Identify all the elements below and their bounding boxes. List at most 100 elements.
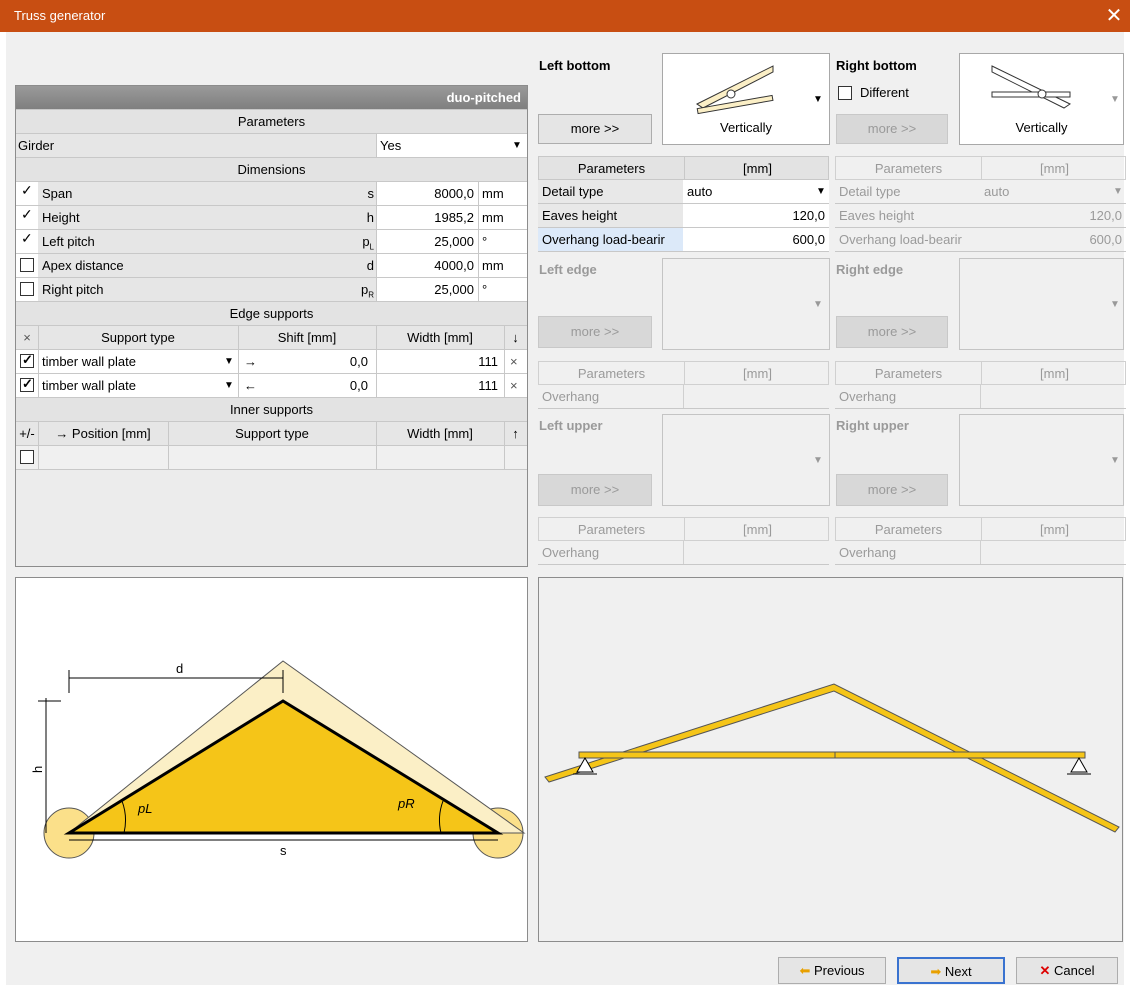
add-remove-column[interactable]: +/-: [16, 422, 38, 445]
shift-direction-icon: →: [244, 354, 257, 369]
chevron-down-icon[interactable]: ▼: [1110, 299, 1120, 310]
inner-supports-section-header: Inner supports: [16, 398, 527, 422]
height-label: h: [30, 766, 45, 773]
lb-detail-type-value: auto: [687, 184, 713, 199]
lu-params-header: Parameters [mm]: [538, 517, 829, 541]
left-upper-detail-select[interactable]: ▼: [662, 414, 830, 506]
re-unit-col: [mm]: [981, 362, 1127, 385]
left-upper-more-button[interactable]: more >>: [538, 474, 652, 506]
re-overhang-input[interactable]: [980, 385, 1126, 408]
left-edge-more-button[interactable]: more >>: [538, 316, 652, 348]
chevron-down-icon[interactable]: ▼: [812, 180, 826, 203]
lu-overhang-input[interactable]: [683, 541, 829, 564]
width-column: Width [mm]: [407, 330, 473, 345]
chevron-down-icon[interactable]: ▼: [813, 299, 823, 310]
shift-input[interactable]: 0,0: [266, 350, 372, 373]
dimension-value-input[interactable]: 1985,2: [378, 206, 478, 229]
lb-eaves-height-label: Eaves height: [538, 204, 683, 227]
lock-check-icon[interactable]: ✓: [21, 230, 33, 247]
chevron-down-icon[interactable]: ▼: [224, 350, 234, 373]
dimension-checkbox[interactable]: [20, 258, 34, 272]
dimensions-section-header: Dimensions: [16, 158, 527, 182]
right-upper-more-button[interactable]: more >>: [836, 474, 948, 506]
rb-overhang-input[interactable]: 600,0: [980, 228, 1126, 251]
lb-eaves-height-row: Eaves height 120,0: [538, 204, 829, 228]
close-icon[interactable]: ✕: [1102, 3, 1126, 29]
dimension-value-input[interactable]: 25,000: [378, 278, 478, 301]
lb-detail-type-select[interactable]: auto: [683, 180, 829, 203]
lock-check-icon[interactable]: ✓: [21, 206, 33, 223]
lb-overhang-row: Overhang load-bearir 600,0: [538, 228, 829, 252]
girder-select[interactable]: Yes: [378, 134, 518, 157]
truss-dimension-drawing: d h s pL pR: [30, 660, 526, 859]
right-bottom-more-button[interactable]: more >>: [836, 114, 948, 144]
width-input[interactable]: 111: [378, 350, 502, 373]
chevron-down-icon[interactable]: ▼: [1110, 455, 1120, 466]
edge-support-checkbox[interactable]: [20, 376, 34, 392]
chevron-down-icon[interactable]: ▼: [224, 374, 234, 397]
lb-overhang-input[interactable]: 600,0: [683, 228, 829, 251]
previous-button[interactable]: ⬅ Previous: [778, 957, 886, 984]
remove-support-icon[interactable]: ×: [510, 350, 524, 373]
left-bottom-detail-select[interactable]: Vertically ▼: [662, 53, 830, 145]
support-type-select[interactable]: timber wall plate: [42, 374, 212, 397]
chevron-down-icon[interactable]: ▼: [813, 455, 823, 466]
chevron-down-icon[interactable]: ▼: [1109, 180, 1123, 203]
rb-eaves-height-input[interactable]: 120,0: [980, 204, 1126, 227]
cancel-icon: ✕: [1039, 963, 1051, 978]
dimension-value-input[interactable]: 25,000: [378, 230, 478, 253]
next-button[interactable]: ➡ Next: [897, 957, 1005, 984]
right-upper-detail-select[interactable]: ▼: [959, 414, 1124, 506]
remove-support-icon[interactable]: ×: [510, 374, 524, 397]
width-input[interactable]: 111: [378, 374, 502, 397]
left-bottom-parameters: Parameters [mm] Detail type auto ▼ Eaves…: [538, 156, 829, 252]
lock-check-icon[interactable]: ✓: [21, 182, 33, 199]
lb-eaves-height-input[interactable]: 120,0: [683, 204, 829, 227]
ru-overhang-input[interactable]: [980, 541, 1126, 564]
inner-support-type-column: Support type: [235, 426, 309, 441]
shift-input[interactable]: 0,0: [266, 374, 372, 397]
inner-support-checkbox[interactable]: [20, 450, 34, 464]
rb-detail-type-select[interactable]: auto: [980, 180, 1126, 203]
sort-up-icon[interactable]: ↑: [504, 422, 527, 445]
chevron-down-icon[interactable]: ▼: [1110, 94, 1120, 105]
edge-support-checkbox[interactable]: [20, 352, 34, 368]
arrow-left-icon: ⬅: [799, 963, 811, 978]
right-edge-detail-select[interactable]: ▼: [959, 258, 1124, 350]
right-bottom-detail-select[interactable]: Vertically ▼: [959, 53, 1124, 145]
sort-down-icon[interactable]: ↓: [504, 326, 527, 349]
title-bar: Truss generator ✕: [0, 0, 1130, 32]
re-overhang-label: Overhang: [839, 389, 897, 404]
left-bottom-image-label: Vertically: [719, 120, 773, 135]
left-edge-title: Left edge: [539, 262, 597, 277]
ru-overhang-row: Overhang: [835, 541, 1126, 565]
right-upper-parameters: Parameters [mm] Overhang: [835, 517, 1126, 565]
dimension-value-input[interactable]: 4000,0: [378, 254, 478, 277]
left-bottom-more-button[interactable]: more >>: [538, 114, 652, 144]
girder-dropdown-icon[interactable]: ▼: [512, 134, 522, 157]
lu-overhang-label: Overhang: [542, 545, 600, 560]
dimension-unit: mm: [482, 186, 504, 201]
left-edge-detail-select[interactable]: ▼: [662, 258, 830, 350]
right-bottom-detail-icon: [991, 65, 1072, 109]
support-type-select[interactable]: timber wall plate: [42, 350, 212, 373]
dimension-symbol: pR: [360, 282, 374, 300]
different-checkbox[interactable]: [838, 86, 852, 100]
girder-value: Yes: [380, 138, 402, 153]
ru-overhang-label: Overhang: [839, 545, 897, 560]
le-overhang-label: Overhang: [542, 389, 600, 404]
dimension-checkbox[interactable]: [20, 282, 34, 296]
re-params-col: Parameters: [874, 366, 943, 381]
rb-detail-type-row: Detail type auto ▼: [835, 180, 1126, 204]
lu-overhang-row: Overhang: [538, 541, 829, 565]
rb-overhang-row: Overhang load-bearir 600,0: [835, 228, 1126, 252]
dimension-value-input[interactable]: 8000,0: [378, 182, 478, 205]
cancel-button[interactable]: ✕ Cancel: [1016, 957, 1118, 984]
chevron-down-icon[interactable]: ▼: [813, 94, 823, 105]
lu-params-col: Parameters: [577, 522, 646, 537]
dimension-unit: °: [482, 282, 488, 297]
le-overhang-input[interactable]: [683, 385, 829, 408]
right-edge-more-button[interactable]: more >>: [836, 316, 948, 348]
lb-params-header: Parameters [mm]: [538, 156, 829, 180]
apex-distance-label: d: [176, 661, 183, 676]
